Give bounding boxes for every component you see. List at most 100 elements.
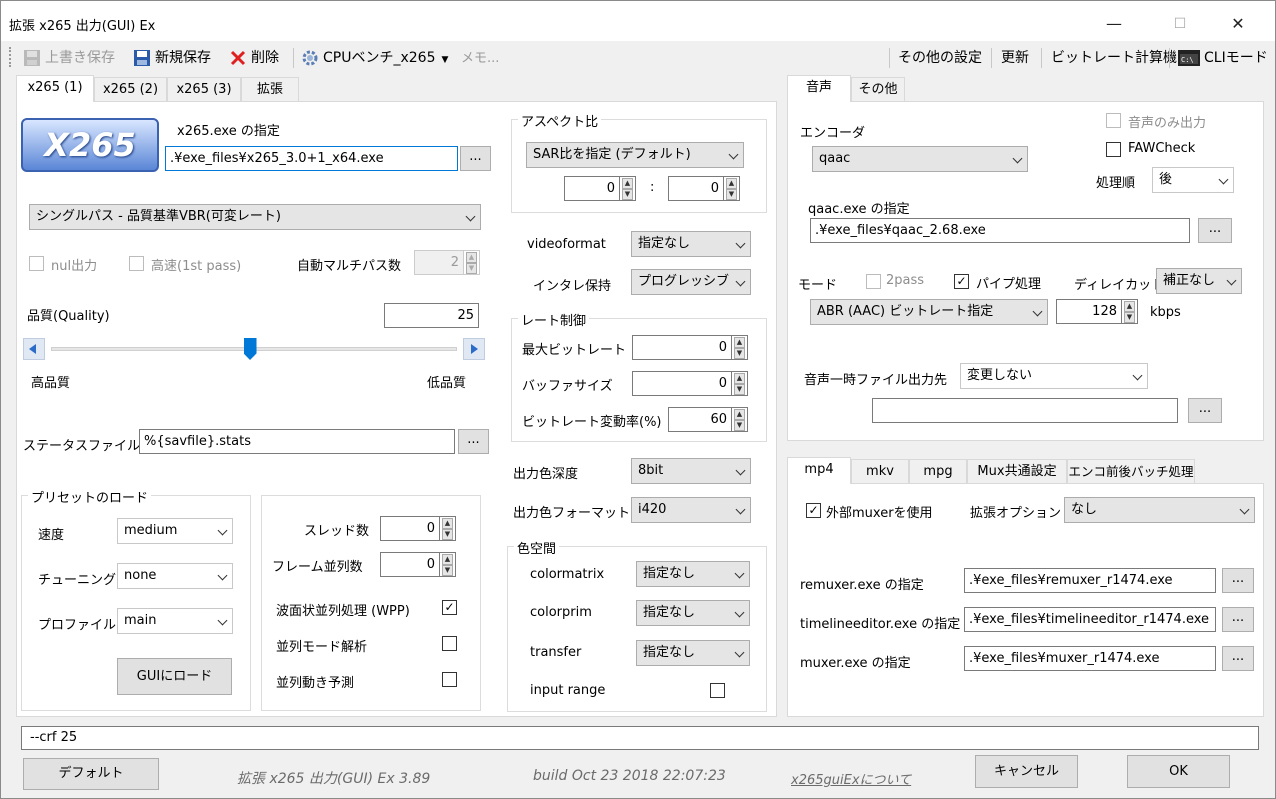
status-file-label: ステータスファイル bbox=[23, 439, 141, 454]
tab-x265-1[interactable]: x265 (1) bbox=[16, 75, 94, 102]
input-range-checkbox[interactable] bbox=[710, 683, 725, 698]
remuxer-exe-browse-button[interactable]: ... bbox=[1222, 568, 1254, 593]
tab-x265-3[interactable]: x265 (3) bbox=[167, 77, 241, 102]
slider-left-arrow-button[interactable] bbox=[23, 338, 45, 360]
bitrate-variance-label: ビットレート変動率(%) bbox=[522, 415, 662, 430]
memo-button[interactable]: メモ... bbox=[461, 47, 499, 66]
nul-output-checkbox[interactable] bbox=[29, 256, 44, 271]
toolbar-grip[interactable] bbox=[9, 47, 13, 67]
delete-button[interactable]: 削除 bbox=[229, 47, 279, 67]
auto-multipass-input[interactable]: 2 bbox=[414, 250, 464, 275]
audio-temp-output-select[interactable]: 変更しない bbox=[960, 363, 1148, 389]
update-button[interactable]: 更新 bbox=[1001, 47, 1029, 67]
wpp-checkbox[interactable]: ✓ bbox=[442, 600, 457, 615]
auto-multipass-spinner[interactable]: ▲ ▼ bbox=[464, 250, 480, 275]
tuning-select[interactable]: none bbox=[117, 563, 233, 589]
status-file-input[interactable]: %{savfile}.stats bbox=[139, 429, 455, 454]
speed-select[interactable]: medium bbox=[117, 518, 233, 544]
quality-input[interactable]: 25 bbox=[384, 303, 479, 328]
muxer-exe-browse-button[interactable]: ... bbox=[1222, 646, 1254, 671]
process-order-select[interactable]: 後 bbox=[1152, 167, 1234, 193]
tab-audio-other[interactable]: その他 bbox=[851, 77, 905, 102]
threads-spinner[interactable]: ▲ ▼ bbox=[440, 516, 456, 541]
timelineeditor-exe-path-input[interactable]: .¥exe_files¥timelineeditor_r1474.exe bbox=[964, 607, 1216, 632]
audio-bitrate-input[interactable]: 128 bbox=[1056, 299, 1122, 324]
tab-extended[interactable]: 拡張 bbox=[241, 77, 299, 102]
overwrite-save-button[interactable]: 上書き保存 bbox=[23, 47, 115, 67]
buffer-size-spinner[interactable]: ▲ ▼ bbox=[732, 371, 748, 396]
x265-exe-browse-button[interactable]: ... bbox=[460, 146, 491, 171]
bitrate-variance-input[interactable]: 60 bbox=[668, 407, 732, 432]
cpu-bench-button[interactable]: CPUベンチ_x265 ▼ bbox=[301, 47, 448, 67]
sar-y-spinner[interactable]: ▲ ▼ bbox=[724, 176, 740, 201]
qaac-exe-browse-button[interactable]: ... bbox=[1198, 218, 1232, 243]
pme-checkbox[interactable] bbox=[442, 672, 457, 687]
buffer-size-label: バッファサイズ bbox=[522, 379, 613, 394]
audio-temp-browse-button[interactable]: ... bbox=[1188, 398, 1222, 423]
fast-first-pass-checkbox[interactable] bbox=[129, 256, 144, 271]
videoformat-select[interactable]: 指定なし bbox=[631, 231, 751, 257]
remuxer-exe-path-input[interactable]: .¥exe_files¥remuxer_r1474.exe bbox=[964, 568, 1216, 593]
minimize-button[interactable]: — bbox=[1091, 9, 1137, 39]
audio-encoder-select[interactable]: qaac bbox=[812, 146, 1028, 172]
tab-mpg[interactable]: mpg bbox=[909, 459, 967, 484]
audio-bitrate-spinner[interactable]: ▲ ▼ bbox=[1122, 299, 1138, 324]
external-muxer-checkbox[interactable]: ✓ bbox=[806, 503, 821, 518]
interlace-select[interactable]: プログレッシブ bbox=[631, 269, 751, 295]
tab-x265-2[interactable]: x265 (2) bbox=[94, 77, 167, 102]
output-format-select[interactable]: i420 bbox=[631, 497, 751, 523]
tab-batch-process[interactable]: エンコ前後バッチ処理 bbox=[1067, 459, 1195, 484]
audio-encode-mode-select[interactable]: ABR (AAC) ビットレート指定 bbox=[810, 299, 1048, 325]
sar-x-spinner[interactable]: ▲ ▼ bbox=[620, 176, 636, 201]
bitrate-variance-spinner[interactable]: ▲ ▼ bbox=[732, 407, 748, 432]
command-line-display[interactable]: --crf 25 bbox=[21, 726, 1259, 750]
colormatrix-select[interactable]: 指定なし bbox=[636, 561, 750, 587]
timelineeditor-exe-browse-button[interactable]: ... bbox=[1222, 607, 1254, 632]
delay-cut-select[interactable]: 補正なし bbox=[1156, 268, 1242, 294]
buffer-size-input[interactable]: 0 bbox=[632, 371, 732, 396]
sar-mode-select[interactable]: SAR比を指定 (デフォルト) bbox=[526, 142, 744, 168]
tab-audio[interactable]: 音声 bbox=[787, 75, 851, 102]
output-depth-select[interactable]: 8bit bbox=[631, 458, 751, 484]
maximize-button[interactable]: ☐ bbox=[1157, 9, 1203, 39]
muxer-exe-path-input[interactable]: .¥exe_files¥muxer_r1474.exe bbox=[964, 646, 1216, 671]
sar-x-input[interactable]: 0 bbox=[564, 176, 620, 201]
slider-right-arrow-button[interactable] bbox=[463, 338, 485, 360]
tab-mp4[interactable]: mp4 bbox=[787, 457, 851, 484]
color-space-group-label: 色空間 bbox=[514, 538, 560, 557]
audio-only-checkbox[interactable] bbox=[1106, 113, 1121, 128]
remuxer-exe-label: remuxer.exe の指定 bbox=[800, 578, 924, 593]
ok-button[interactable]: OK bbox=[1127, 755, 1230, 788]
tab-mux-common[interactable]: Mux共通設定 bbox=[967, 459, 1067, 484]
fawcheck-checkbox[interactable] bbox=[1106, 142, 1121, 157]
transfer-select[interactable]: 指定なし bbox=[636, 640, 750, 666]
bitrate-calculator-button[interactable]: ビットレート計算機 bbox=[1051, 47, 1177, 67]
quality-slider-thumb[interactable] bbox=[243, 338, 257, 360]
audio-temp-path-input[interactable] bbox=[872, 398, 1178, 423]
cancel-button[interactable]: キャンセル bbox=[975, 755, 1078, 788]
close-button[interactable]: ✕ bbox=[1215, 9, 1261, 39]
encode-mode-select[interactable]: シングルパス - 品質基準VBR(可変レート) bbox=[29, 204, 481, 230]
profile-select[interactable]: main bbox=[117, 608, 233, 634]
extension-option-select[interactable]: なし bbox=[1064, 497, 1255, 523]
threads-input[interactable]: 0 bbox=[380, 516, 440, 541]
tab-mkv[interactable]: mkv bbox=[851, 459, 909, 484]
max-bitrate-input[interactable]: 0 bbox=[632, 335, 732, 360]
frame-threads-spinner[interactable]: ▲ ▼ bbox=[440, 552, 456, 577]
sar-y-input[interactable]: 0 bbox=[668, 176, 724, 201]
x265-exe-path-input[interactable]: .¥exe_files¥x265_3.0+1_x64.exe bbox=[165, 146, 458, 171]
frame-threads-input[interactable]: 0 bbox=[380, 552, 440, 577]
other-settings-button[interactable]: その他の設定 bbox=[898, 47, 982, 67]
qaac-exe-path-input[interactable]: .¥exe_files¥qaac_2.68.exe bbox=[810, 218, 1190, 243]
status-file-browse-button[interactable]: ... bbox=[458, 429, 489, 454]
default-button[interactable]: デフォルト bbox=[23, 758, 159, 790]
pmode-checkbox[interactable] bbox=[442, 636, 457, 651]
max-bitrate-spinner[interactable]: ▲ ▼ bbox=[732, 335, 748, 360]
two-pass-checkbox[interactable] bbox=[866, 274, 881, 289]
new-save-button[interactable]: 新規保存 bbox=[133, 47, 211, 67]
colorprim-select[interactable]: 指定なし bbox=[636, 600, 750, 626]
about-link[interactable]: x265guiExについて bbox=[791, 769, 911, 788]
cli-mode-button[interactable]: C:\ CLIモード bbox=[1178, 47, 1268, 67]
pipe-process-checkbox[interactable]: ✓ bbox=[954, 274, 969, 289]
load-to-gui-button[interactable]: GUIにロード bbox=[117, 658, 232, 695]
